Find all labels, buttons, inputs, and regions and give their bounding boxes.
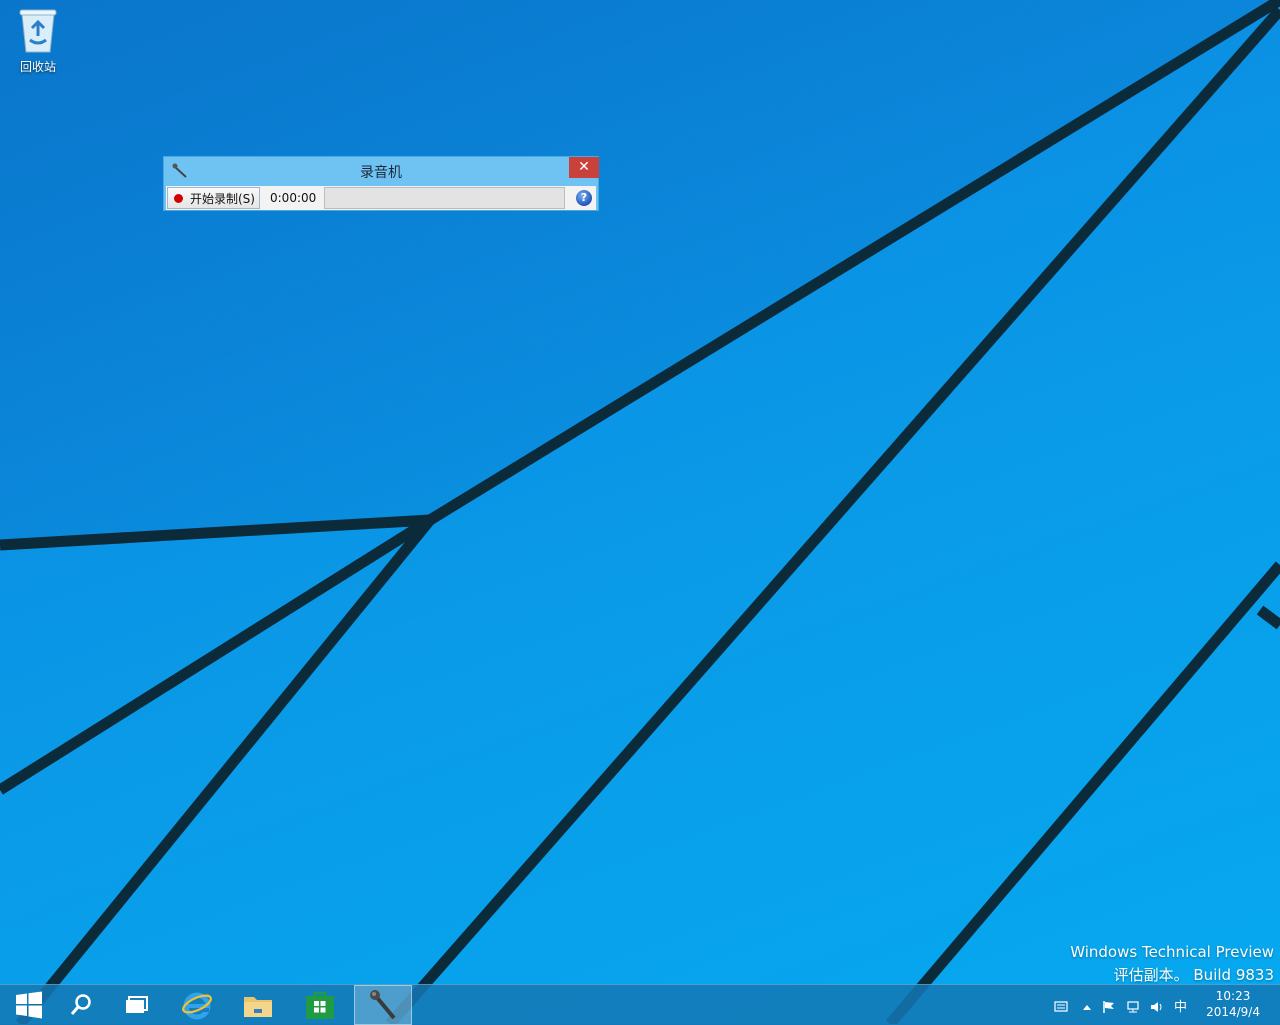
clock-date: 2014/9/4 (1206, 1005, 1260, 1019)
folder-icon (244, 997, 272, 1017)
sound-recorder-window: 录音机 ✕ 开始录制(S) 0:00:00 ? (163, 156, 599, 211)
help-icon[interactable]: ? (576, 190, 592, 206)
desktop-wallpaper (0, 0, 1280, 1024)
microphone-icon (370, 990, 396, 1020)
chevron-up-icon[interactable] (1080, 998, 1094, 1010)
clock-time: 10:23 (1215, 989, 1251, 1003)
recycle-bin-label: 回收站 (19, 60, 56, 74)
search-icon (70, 994, 91, 1015)
window-title: 录音机 (360, 165, 402, 181)
search-button[interactable] (52, 985, 110, 1025)
start-recording-label: 开始录制(S) (190, 191, 255, 206)
internet-explorer-icon (182, 992, 212, 1020)
recorder-toolbar: 开始录制(S) 0:00:00 ? (166, 186, 596, 210)
windows-logo-icon (16, 991, 42, 1019)
flag-icon[interactable] (1102, 998, 1116, 1013)
build-watermark: Windows Technical Preview 评估副本。 Build 98… (1070, 941, 1274, 987)
start-button[interactable] (0, 985, 58, 1025)
taskbar-sound-recorder[interactable] (354, 985, 412, 1025)
taskbar-file-explorer[interactable] (229, 985, 287, 1025)
level-meter (324, 187, 565, 209)
task-view-icon (126, 996, 148, 1013)
action-center-icon[interactable] (1054, 998, 1068, 1012)
store-icon (306, 991, 334, 1019)
start-recording-button[interactable]: 开始录制(S) (167, 187, 260, 209)
system-tray: 中 10:23 2014/9/4 (1040, 985, 1280, 1025)
taskbar: 中 10:23 2014/9/4 (0, 984, 1280, 1025)
elapsed-time: 0:00:00 (270, 191, 317, 205)
close-button[interactable]: ✕ (569, 157, 599, 178)
network-icon[interactable] (1126, 998, 1140, 1013)
taskbar-internet-explorer[interactable] (168, 985, 226, 1025)
watermark-line-1: Windows Technical Preview (1070, 943, 1274, 961)
recycle-bin-icon (18, 6, 58, 54)
clock[interactable]: 10:23 2014/9/4 (1206, 988, 1260, 1020)
ime-indicator[interactable]: 中 (1174, 996, 1187, 1015)
desktop-icon-recycle-bin[interactable]: 回收站 (10, 6, 66, 75)
task-view-button[interactable] (108, 985, 166, 1025)
title-bar[interactable]: 录音机 ✕ (164, 157, 599, 185)
taskbar-store[interactable] (291, 985, 349, 1025)
record-dot-icon (174, 193, 183, 203)
volume-icon[interactable] (1150, 998, 1164, 1012)
